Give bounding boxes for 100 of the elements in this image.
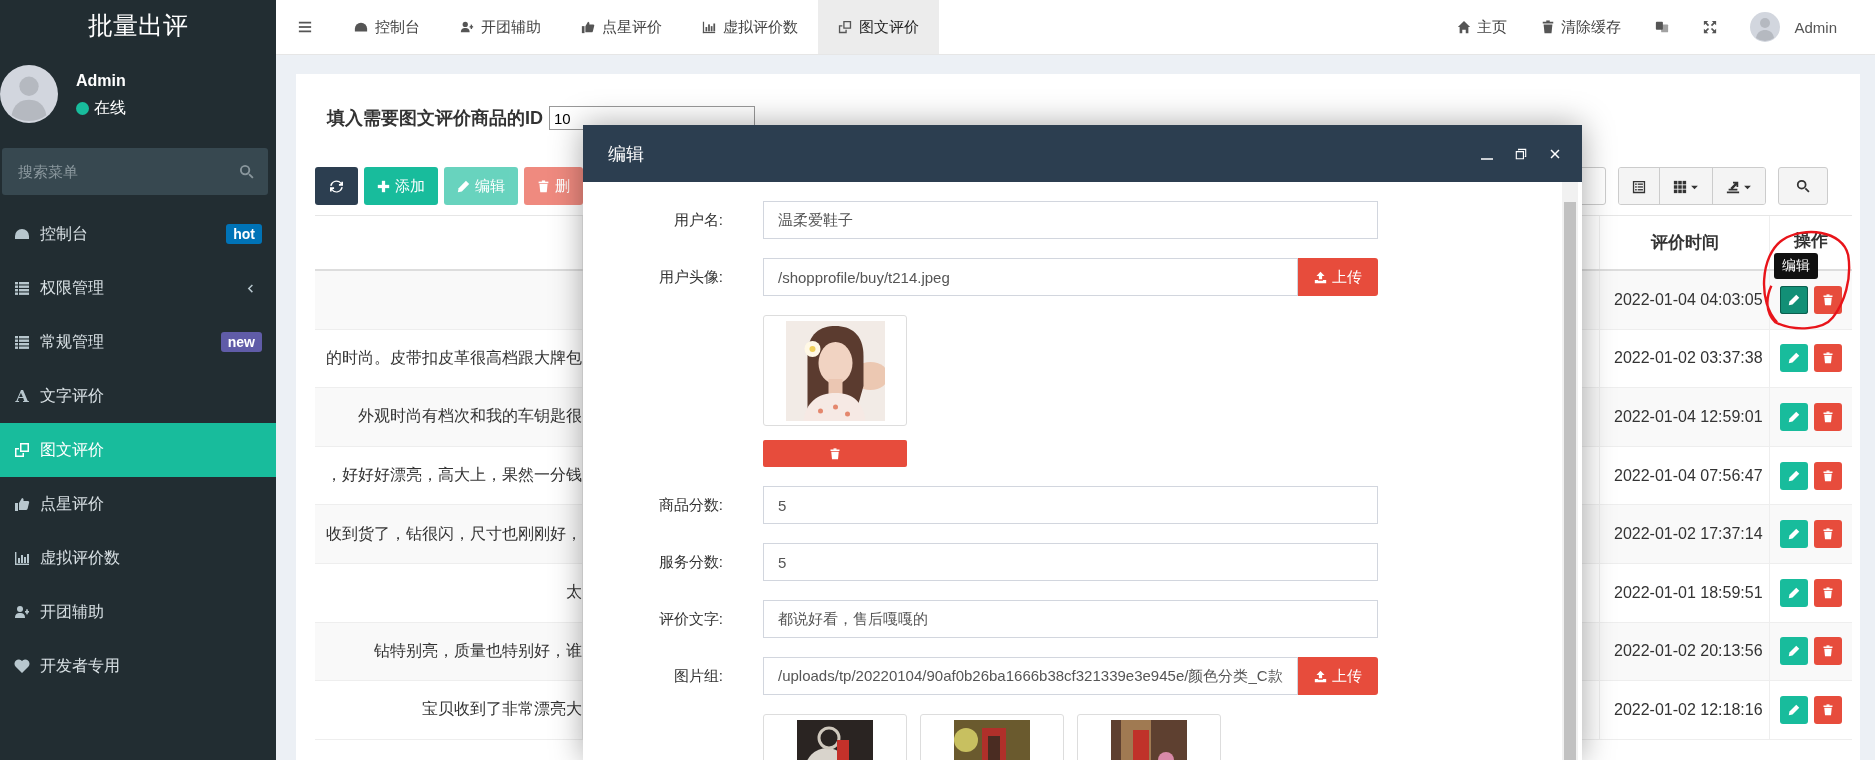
fullscreen-icon xyxy=(1703,20,1718,34)
nav-tab[interactable]: 图文评价 xyxy=(818,0,939,54)
minimize-icon xyxy=(1481,157,1493,160)
squares-icon xyxy=(838,20,852,34)
close-icon xyxy=(1549,147,1561,160)
squares-icon xyxy=(14,442,30,458)
upload-button[interactable]: 上传 xyxy=(1298,657,1378,695)
sidebar-item[interactable]: 常规管理 new xyxy=(0,315,276,369)
nav-tab[interactable]: 控制台 xyxy=(334,0,440,54)
menu-icon xyxy=(298,20,312,34)
id-label: 填入需要图文评价商品的ID xyxy=(327,107,543,130)
delete-button[interactable] xyxy=(1814,461,1842,490)
field-label: 用户名: xyxy=(672,210,723,230)
user-plus-icon xyxy=(460,20,474,34)
input-field[interactable]: /shopprofile/buy/t214.jpeg xyxy=(763,258,1298,296)
trash-icon xyxy=(1822,352,1834,365)
field-label: 用户头像: xyxy=(657,267,723,287)
search-field[interactable]: 搜索菜单 xyxy=(2,148,268,195)
heart-icon xyxy=(14,658,30,674)
delete-button[interactable] xyxy=(1814,637,1842,666)
input-field[interactable]: 5 xyxy=(763,486,1378,524)
upload-button[interactable]: 上传 xyxy=(1298,258,1378,296)
sidebar-item[interactable]: A 文字评价 xyxy=(0,369,276,423)
sidebar-item[interactable]: 开发者专用 xyxy=(0,639,276,693)
sidebar-item[interactable]: 控制台 hot xyxy=(0,207,276,261)
pencil-icon xyxy=(1788,586,1800,599)
bar-chart-icon xyxy=(702,20,716,34)
nav-link[interactable]: 主页 xyxy=(1440,0,1525,54)
input-field[interactable]: 5 xyxy=(763,543,1378,581)
tooltip: 编辑 xyxy=(1774,253,1818,279)
search-button[interactable] xyxy=(1778,167,1828,205)
nav-tab[interactable]: 虚拟评价数 xyxy=(682,0,818,54)
table-cell: 2022-01-02 03:37:38 xyxy=(1614,349,1763,368)
table-cell: 2022-01-04 07:56:47 xyxy=(1614,466,1763,485)
scrollbar[interactable] xyxy=(1562,182,1578,760)
column-header: 评价时间 xyxy=(1650,232,1719,254)
bar-chart-icon xyxy=(14,550,30,566)
user-name[interactable]: Admin xyxy=(1794,18,1837,36)
pencil-icon xyxy=(1788,528,1800,541)
user-plus-icon xyxy=(14,604,30,620)
delete-button[interactable] xyxy=(1814,403,1842,431)
nav-link[interactable]: 清除缓存 xyxy=(1524,0,1639,54)
home-icon xyxy=(1457,20,1472,34)
status-text: 在线 xyxy=(94,98,126,118)
thumbs-up-icon xyxy=(581,20,595,34)
nav-tab[interactable]: 开团辅助 xyxy=(440,0,561,54)
nav-tab[interactable]: 点星评价 xyxy=(561,0,682,54)
user-name: Admin xyxy=(76,72,126,90)
menu-tag: hot xyxy=(226,224,262,244)
columns-button[interactable] xyxy=(1660,168,1713,204)
grid-icon xyxy=(1673,180,1687,194)
export-icon xyxy=(1726,180,1740,194)
pencil-icon xyxy=(1788,469,1800,482)
table-cell-text: 宝贝收到了非常漂亮大 xyxy=(422,699,582,720)
table-view-button[interactable] xyxy=(1619,168,1660,204)
trash-icon xyxy=(1822,293,1834,306)
input-field[interactable]: /uploads/tp/20220104/90af0b26ba1666b38cf321339e3e945e/颜色分类_C款 xyxy=(763,657,1298,695)
input-field[interactable]: 都说好看，售后嘎嘎的 xyxy=(763,600,1378,638)
table-cell: 2022-01-02 20:13:56 xyxy=(1614,642,1763,661)
avatar-icon xyxy=(1750,12,1781,42)
pencil-icon xyxy=(1788,411,1800,423)
table-cell: 2022-01-04 12:59:01 xyxy=(1614,408,1763,426)
search-icon xyxy=(1796,179,1810,193)
font-icon: A xyxy=(14,386,30,406)
pencil-icon xyxy=(457,179,470,193)
table-icon xyxy=(1632,180,1646,194)
sidebar-item[interactable]: 开团辅助 xyxy=(0,585,276,639)
delete-button[interactable] xyxy=(1814,578,1842,607)
field-label: 评价文字: xyxy=(657,609,723,629)
sidebar-item[interactable]: 权限管理 xyxy=(0,261,276,315)
dialog-title: 编辑 xyxy=(608,142,644,166)
maximize-icon xyxy=(1515,147,1527,160)
menu-tag: new xyxy=(220,332,262,352)
pencil-icon xyxy=(1788,645,1800,658)
table-cell-text: ，好好好漂亮，高大上，果然一分钱 xyxy=(326,465,582,486)
trash-icon xyxy=(1822,469,1834,482)
table-cell-text: 太 xyxy=(566,582,582,603)
delete-button[interactable] xyxy=(1814,520,1842,549)
plus-icon xyxy=(377,179,390,193)
refresh-icon xyxy=(330,179,343,193)
pencil-icon xyxy=(1788,293,1800,306)
upload-icon xyxy=(1314,270,1327,284)
export-button[interactable] xyxy=(1713,168,1765,204)
pencil-icon xyxy=(1788,352,1800,365)
table-cell-text: 的时尚。皮带扣皮革很高档跟大牌包 xyxy=(326,347,582,368)
trash-icon xyxy=(1541,20,1556,34)
refresh-button[interactable] xyxy=(315,167,358,205)
edit-button[interactable] xyxy=(1780,285,1808,314)
gauge-icon xyxy=(354,20,368,34)
delete-button[interactable] xyxy=(1814,285,1842,314)
field-label: 商品分数: xyxy=(657,495,723,515)
sidebar-item[interactable]: 点星评价 xyxy=(0,477,276,531)
input-field[interactable]: 温柔爱鞋子 xyxy=(763,201,1378,239)
trash-icon xyxy=(1822,703,1834,716)
delete-button[interactable] xyxy=(1814,695,1842,724)
list-icon xyxy=(14,334,30,350)
trash-icon xyxy=(829,447,841,460)
delete-button[interactable] xyxy=(1814,344,1842,373)
field-label: 图片组: xyxy=(672,666,723,686)
sidebar-item[interactable]: 虚拟评价数 xyxy=(0,531,276,585)
